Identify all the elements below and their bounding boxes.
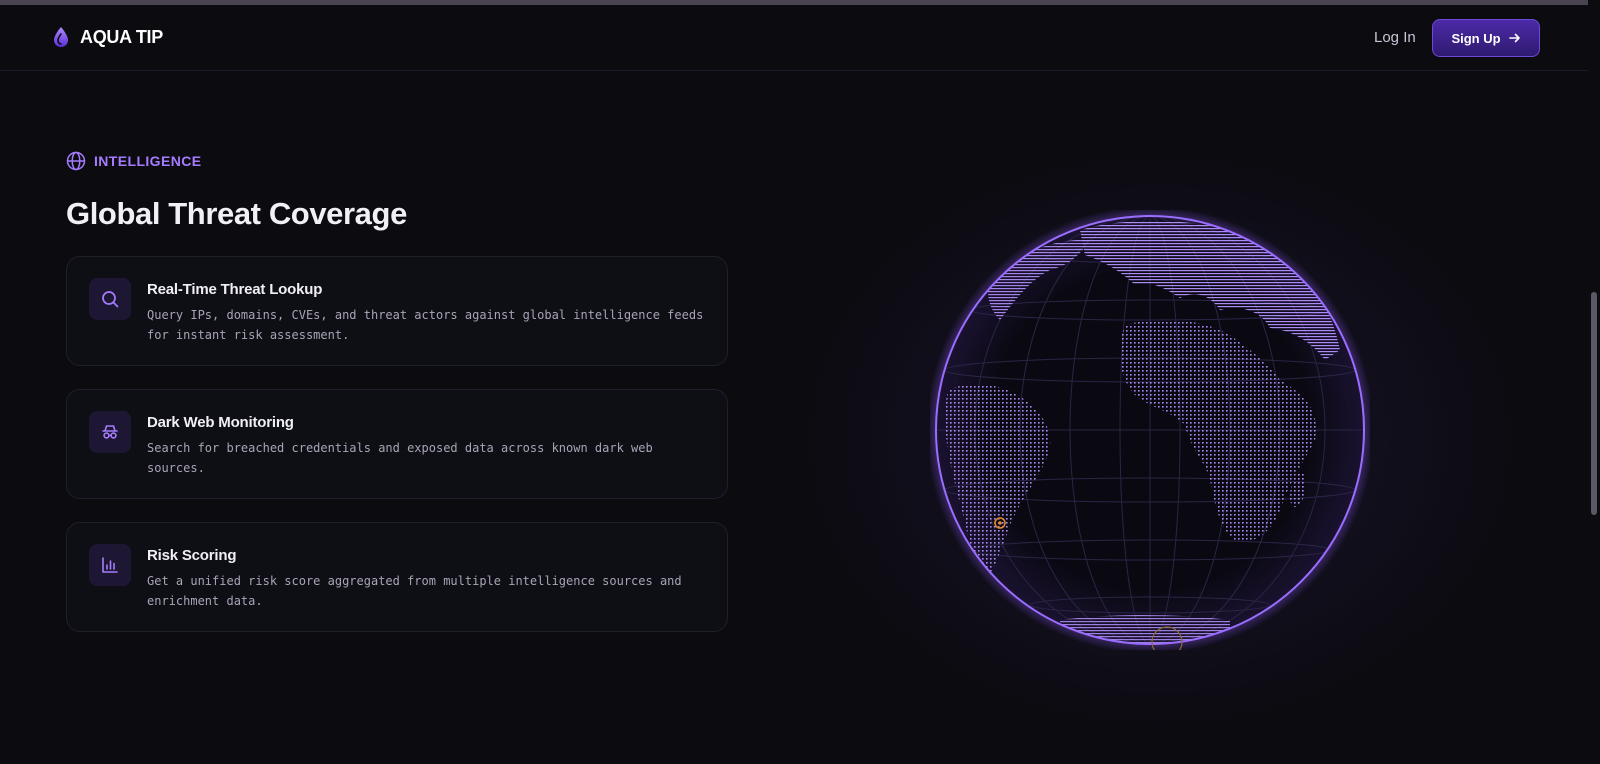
card-icon-container: [89, 411, 131, 453]
eyebrow-label: INTELLIGENCE: [94, 153, 202, 169]
section-title: Global Threat Coverage: [66, 196, 407, 231]
brand[interactable]: AQUA TIP: [52, 23, 163, 51]
feature-card-threat-lookup[interactable]: Real-Time Threat Lookup Query IPs, domai…: [66, 256, 728, 366]
incognito-icon: [102, 425, 118, 439]
card-icon-container: [89, 544, 131, 586]
brand-name: AQUA TIP: [80, 26, 163, 47]
feature-card-risk-scoring[interactable]: Risk Scoring Get a unified risk score ag…: [66, 522, 728, 632]
card-icon-container: [89, 278, 131, 320]
search-icon: [102, 291, 119, 308]
arrow-right-icon: [1508, 33, 1520, 43]
navbar: AQUA TIP Log In Sign Up: [0, 5, 1600, 71]
feature-description: Get a unified risk score aggregated from…: [147, 574, 682, 608]
scrollbar-thumb[interactable]: [1591, 292, 1597, 515]
globe-icon: [66, 151, 86, 171]
page: AQUA TIP Log In Sign Up INTELLIGENCE Glo…: [0, 0, 1600, 764]
feature-card-dark-web[interactable]: Dark Web Monitoring Search for breached …: [66, 389, 728, 499]
globe-visualization: [926, 206, 1374, 658]
feature-description: Query IPs, domains, CVEs, and threat act…: [147, 308, 704, 342]
signup-label: Sign Up: [1451, 30, 1501, 46]
page-scrollbar[interactable]: [1588, 0, 1600, 764]
globe-illustration: [926, 206, 1374, 658]
login-link[interactable]: Log In: [1374, 29, 1416, 46]
droplet-logo-icon: [54, 27, 68, 47]
section-eyebrow: INTELLIGENCE: [66, 151, 201, 171]
feature-title: Risk Scoring: [147, 547, 237, 564]
bar-chart-icon: [102, 557, 118, 573]
feature-description: Search for breached credentials and expo…: [147, 441, 653, 475]
signup-button[interactable]: Sign Up: [1432, 19, 1540, 57]
feature-title: Dark Web Monitoring: [147, 414, 294, 431]
threat-marker-dot: [998, 521, 1002, 525]
feature-title: Real-Time Threat Lookup: [147, 281, 323, 298]
